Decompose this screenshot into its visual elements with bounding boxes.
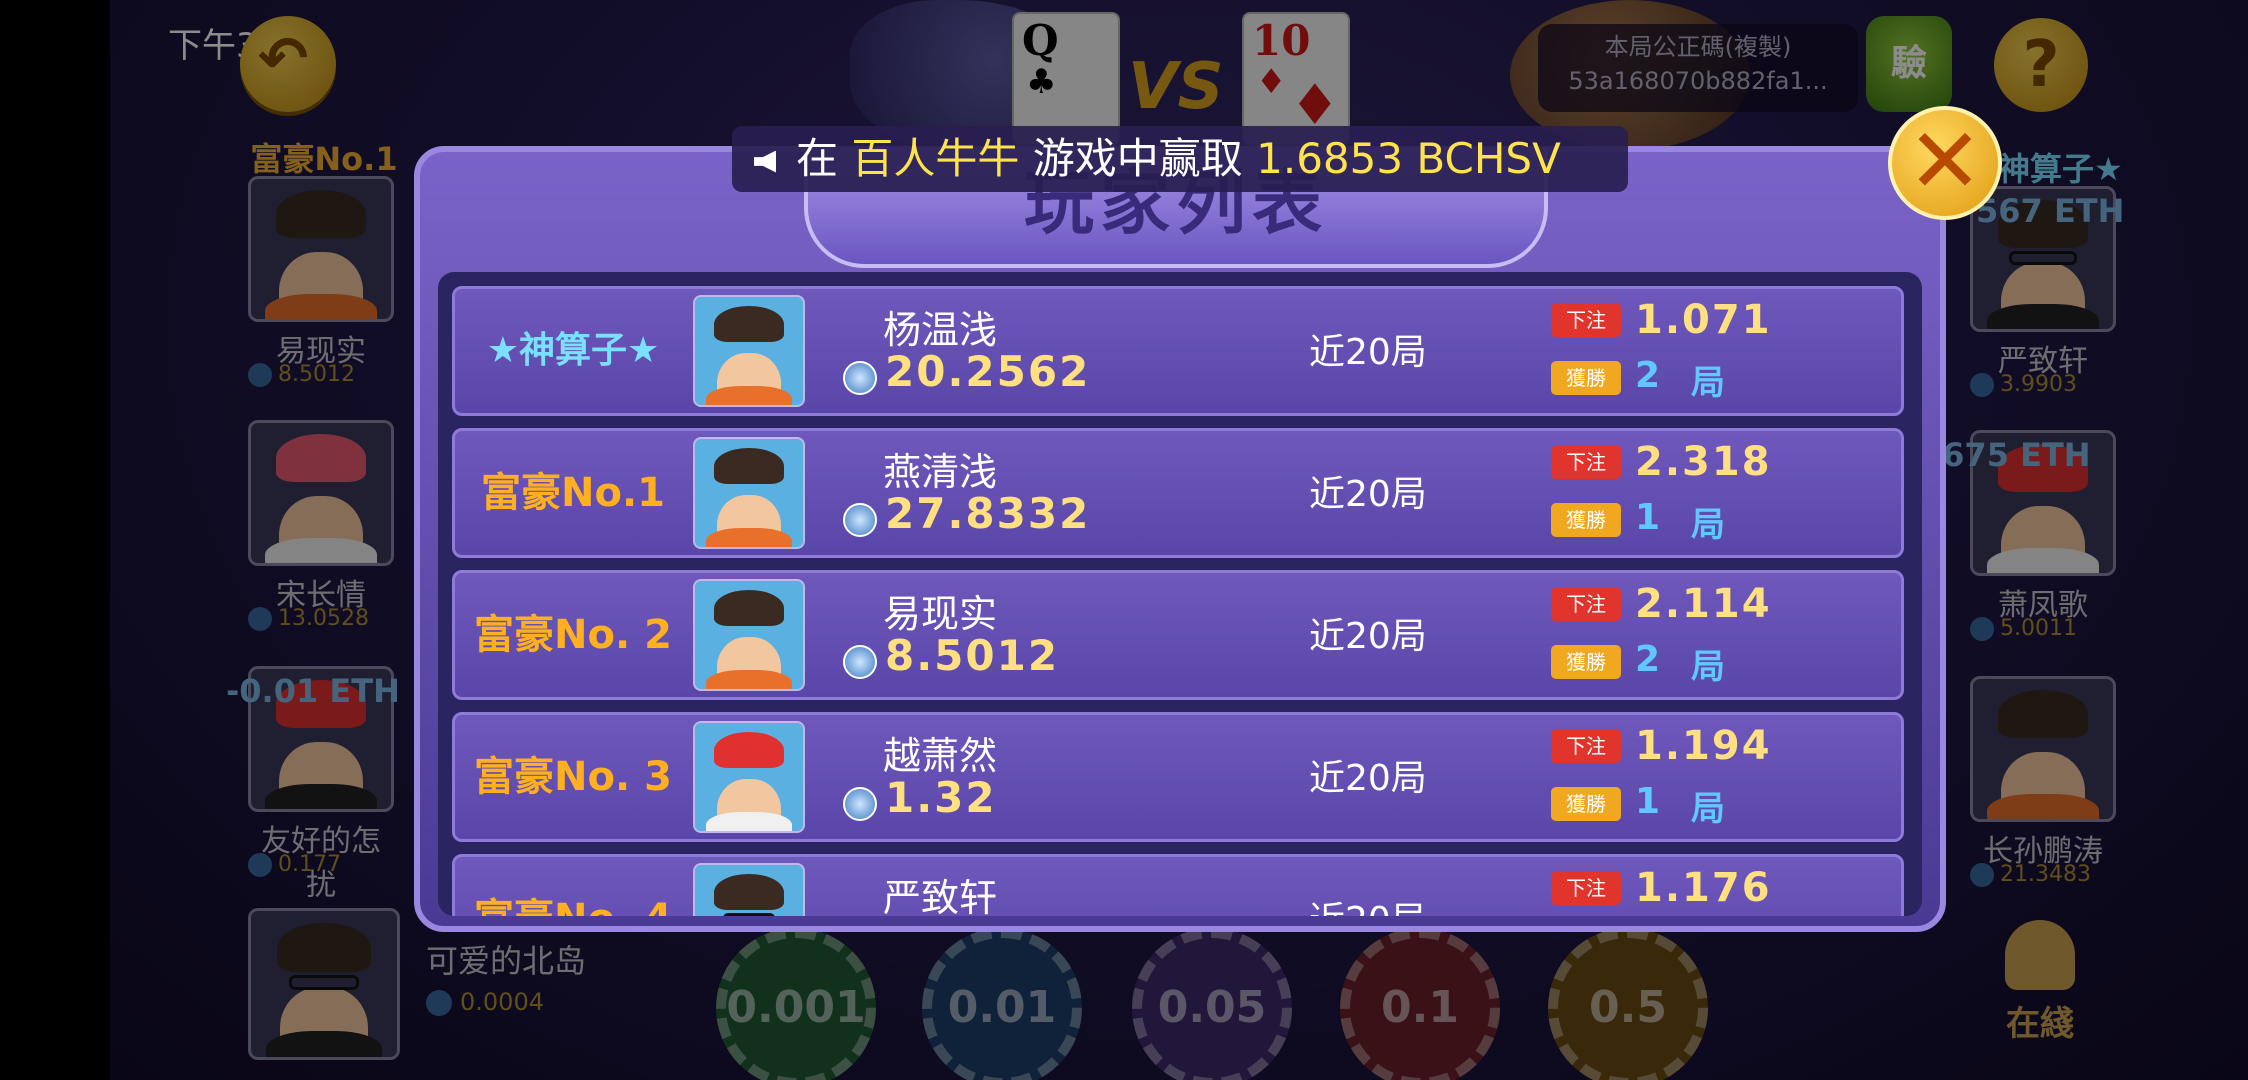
player-row[interactable]: 富豪No. 4 严致轩 近20局 下注 1.176	[452, 854, 1904, 916]
player-avatar	[693, 579, 805, 691]
player-balance: 27.8332	[885, 489, 1091, 538]
player-list[interactable]: ★神算子★ 杨温浅 20.2562 近20局 下注 1.071 獲勝 2 局 富…	[438, 272, 1922, 916]
player-row[interactable]: 富豪No. 2 易现实 8.5012 近20局 下注 2.114 獲勝 2 局	[452, 570, 1904, 700]
bet-amount: 2.114	[1635, 581, 1772, 627]
bet-amount: 1.194	[1635, 723, 1772, 769]
player-name: 越萧然	[883, 734, 998, 778]
rank-badge: 富豪No. 4	[455, 857, 691, 916]
game-screen: 下午3:22 ↶ Q ♣ VS 10 ♦ ♦ 本局公正碼(複製) 53a1680…	[0, 0, 2248, 1080]
win-unit: 局	[1691, 505, 1725, 545]
rank-badge: ★神算子★	[486, 330, 660, 371]
rank-badge: 富豪No.1	[481, 470, 665, 516]
player-avatar	[693, 721, 805, 833]
player-name: 杨温浅	[883, 308, 998, 352]
player-row[interactable]: 富豪No. 3 越萧然 1.32 近20局 下注 1.194 獲勝 1 局	[452, 712, 1904, 842]
recent-games-label: 近20局	[1309, 891, 1427, 916]
win-count: 1	[1635, 781, 1661, 822]
ticker-mid: 游戏中赢取	[1032, 134, 1243, 183]
player-avatar	[693, 863, 805, 916]
speaker-icon	[754, 150, 776, 173]
coin-icon	[843, 361, 877, 395]
bet-tag: 下注	[1551, 587, 1621, 621]
win-tag: 獲勝	[1551, 645, 1621, 679]
player-name: 燕清浅	[883, 450, 998, 494]
win-tag: 獲勝	[1551, 787, 1621, 821]
player-list-modal: ★神算子★ 杨温浅 20.2562 近20局 下注 1.071 獲勝 2 局 富…	[414, 146, 1946, 932]
win-unit: 局	[1691, 789, 1725, 829]
player-avatar	[693, 295, 805, 407]
coin-icon	[843, 645, 877, 679]
player-balance: 1.32	[885, 773, 997, 822]
bet-tag: 下注	[1551, 871, 1621, 905]
bet-amount: 1.176	[1635, 865, 1772, 911]
bet-tag: 下注	[1551, 303, 1621, 337]
coin-icon	[843, 787, 877, 821]
ticker-amount: 1.6853 BCHSV	[1256, 134, 1561, 183]
win-ticker: 在 百人牛牛 游戏中赢取 1.6853 BCHSV	[732, 126, 1628, 192]
bet-amount: 2.318	[1635, 439, 1772, 485]
recent-games-label: 近20局	[1309, 474, 1427, 515]
bet-tag: 下注	[1551, 445, 1621, 479]
player-name: 易现实	[883, 592, 998, 636]
ticker-prefix: 在	[796, 134, 839, 183]
ticker-game: 百人牛牛	[851, 134, 1020, 183]
close-button[interactable]: ✕	[1888, 106, 2002, 220]
player-name: 严致轩	[883, 876, 998, 916]
win-tag: 獲勝	[1551, 503, 1621, 537]
player-balance: 8.5012	[885, 631, 1060, 680]
bet-tag: 下注	[1551, 729, 1621, 763]
player-avatar	[693, 437, 805, 549]
player-row[interactable]: 富豪No.1 燕清浅 27.8332 近20局 下注 2.318 獲勝 1 局	[452, 428, 1904, 558]
bet-amount: 1.071	[1635, 297, 1772, 343]
letterbox-left	[0, 0, 110, 1080]
recent-games-label: 近20局	[1309, 332, 1427, 373]
recent-games-label: 近20局	[1309, 758, 1427, 799]
win-count: 1	[1635, 497, 1661, 538]
recent-games-label: 近20局	[1309, 616, 1427, 657]
player-row[interactable]: ★神算子★ 杨温浅 20.2562 近20局 下注 1.071 獲勝 2 局	[452, 286, 1904, 416]
player-balance: 20.2562	[885, 347, 1091, 396]
rank-badge: 富豪No. 2	[474, 612, 672, 658]
win-unit: 局	[1691, 363, 1725, 403]
close-x-icon: ✕	[1907, 109, 1983, 214]
win-tag: 獲勝	[1551, 361, 1621, 395]
coin-icon	[843, 503, 877, 537]
win-count: 2	[1635, 355, 1661, 396]
win-unit: 局	[1691, 647, 1725, 687]
rank-badge: 富豪No. 3	[474, 754, 672, 800]
win-count: 2	[1635, 639, 1661, 680]
